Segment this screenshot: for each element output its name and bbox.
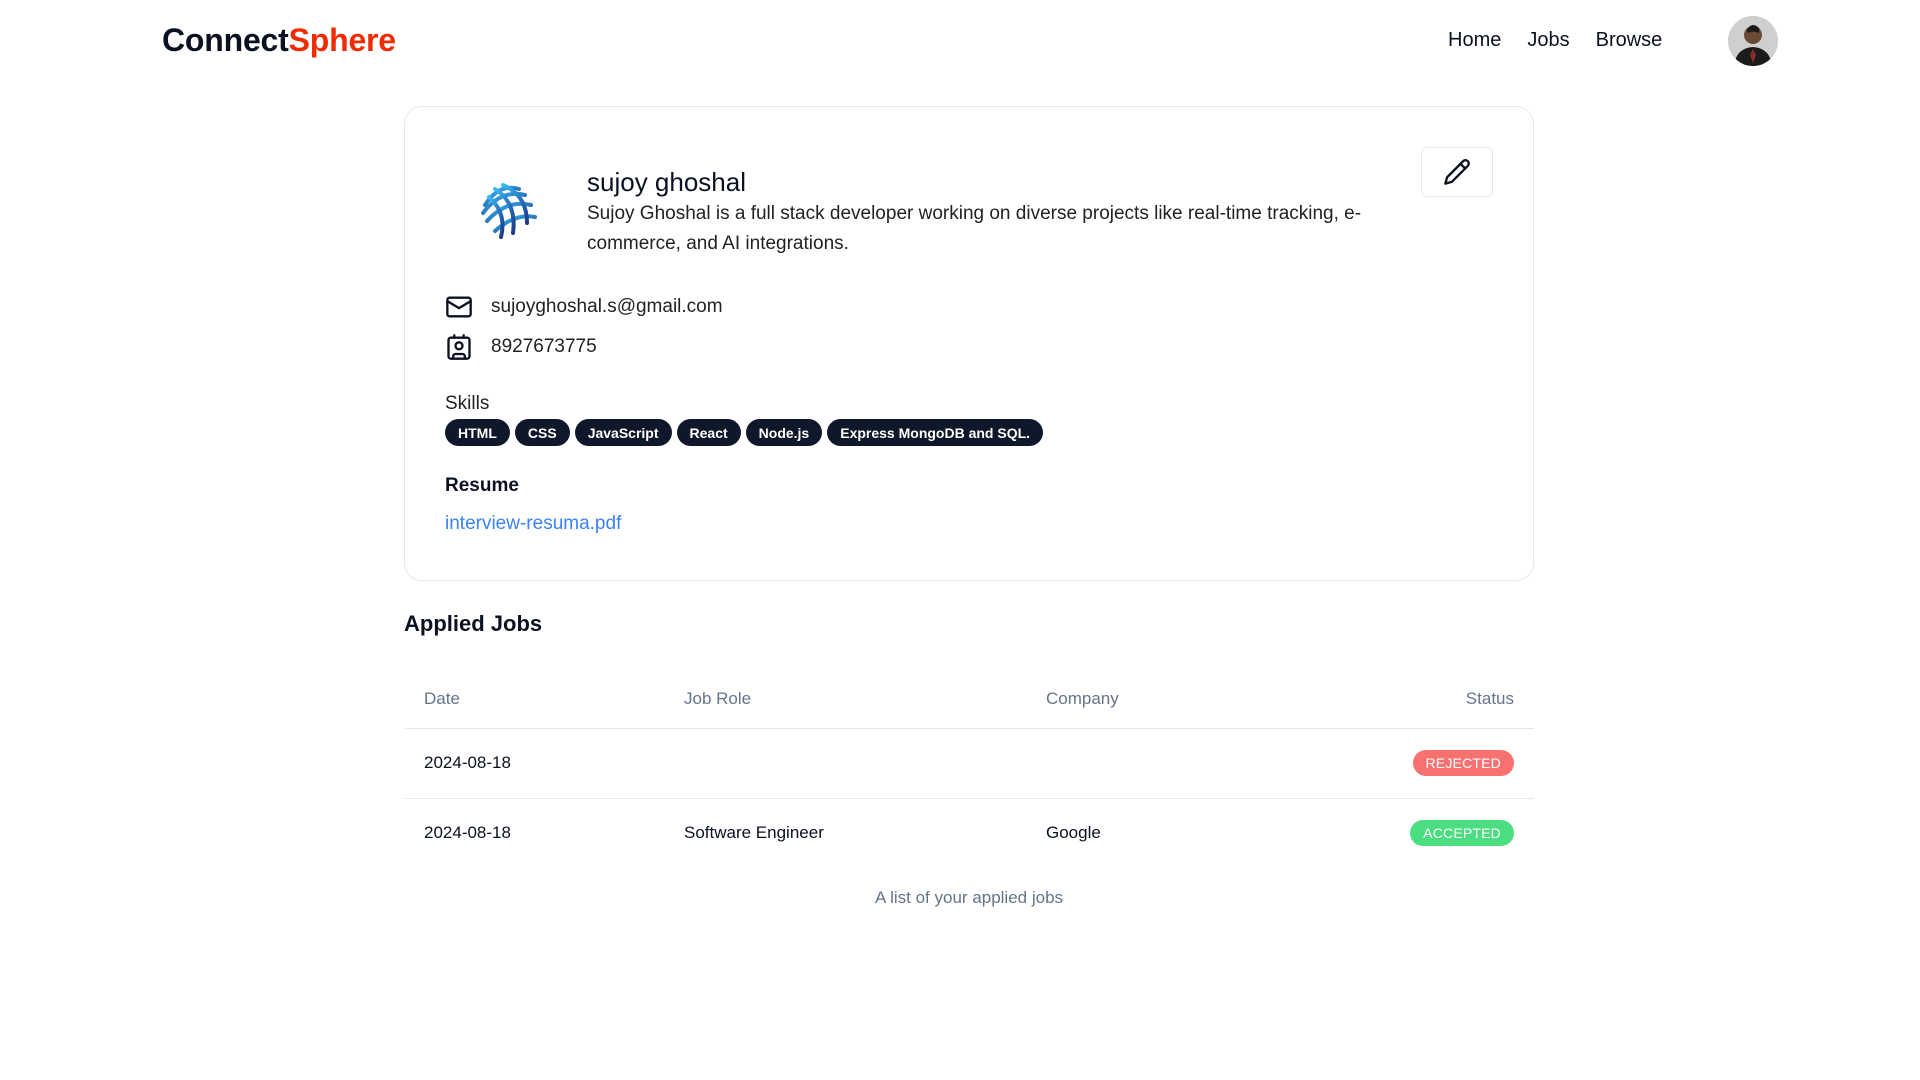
column-header-status: Status [1356, 670, 1534, 729]
profile-card: sujoy ghoshal Sujoy Ghoshal is a full st… [404, 106, 1534, 581]
phone-row: 8927673775 [445, 333, 597, 361]
table-row[interactable]: 2024-08-18 REJECTED [404, 728, 1534, 799]
column-header-company: Company [1026, 670, 1356, 729]
skill-badge: React [676, 419, 741, 446]
profile-bio: Sujoy Ghoshal is a full stack developer … [587, 203, 1362, 254]
table-caption: A list of your applied jobs [874, 888, 1064, 907]
skills-label: Skills [445, 393, 490, 414]
mail-icon [446, 296, 472, 318]
nav-link-home[interactable]: Home [1448, 29, 1501, 52]
profile-name: sujoy ghoshal [587, 167, 746, 197]
cell-job-role [664, 728, 1026, 799]
company-logo-icon [473, 175, 545, 247]
column-header-job-role: Job Role [664, 670, 1026, 729]
cell-company: Google [1046, 823, 1101, 843]
column-header-date: Date [404, 670, 664, 729]
nav-link-jobs[interactable]: Jobs [1527, 29, 1569, 52]
skill-badge: HTML [445, 419, 510, 446]
cell-status: ACCEPTED [1356, 798, 1534, 868]
email-row: sujoyghoshal.s@gmail.com [445, 293, 723, 321]
cell-status: REJECTED [1356, 728, 1534, 799]
app-logo[interactable]: ConnectSphere [162, 22, 396, 59]
nav-links: Home Jobs Browse [1448, 29, 1662, 52]
table-row[interactable]: 2024-08-18 Software Engineer Google ACCE… [404, 798, 1534, 868]
nav-link-browse[interactable]: Browse [1596, 29, 1663, 52]
cell-job-role: Software Engineer [684, 823, 824, 843]
skills-list: HTML CSS JavaScript React Node.js Expres… [445, 419, 1044, 446]
applied-jobs-table: Date Job Role Company Status 2024-08-18 … [404, 670, 1534, 868]
logo-accent-text: Sphere [288, 22, 396, 58]
contact-card-icon [447, 334, 471, 360]
profile-phone: 8927673775 [491, 336, 597, 357]
edit-profile-button[interactable] [1421, 147, 1493, 197]
resume-label: Resume [445, 475, 519, 496]
pencil-icon [1444, 159, 1470, 185]
logo-primary-text: Connect [162, 22, 289, 58]
skill-badge: Express MongoDB and SQL. [827, 419, 1044, 446]
status-badge: REJECTED [1412, 750, 1514, 776]
table-header-row: Date Job Role Company Status [404, 670, 1534, 729]
cell-company [1026, 728, 1356, 799]
skill-badge: Node.js [745, 419, 823, 446]
user-avatar[interactable] [1728, 16, 1778, 66]
cell-date: 2024-08-18 [424, 823, 511, 843]
navbar: ConnectSphere Home Jobs Browse [0, 0, 1920, 84]
status-badge: ACCEPTED [1410, 820, 1514, 847]
resume-link[interactable]: interview-resuma.pdf [445, 513, 621, 535]
skill-badge: JavaScript [574, 419, 672, 446]
profile-email: sujoyghoshal.s@gmail.com [491, 296, 723, 317]
cell-date: 2024-08-18 [404, 728, 664, 799]
skill-badge: CSS [514, 419, 570, 446]
applied-jobs-title: Applied Jobs [404, 611, 543, 636]
user-avatar-icon [1728, 16, 1778, 66]
